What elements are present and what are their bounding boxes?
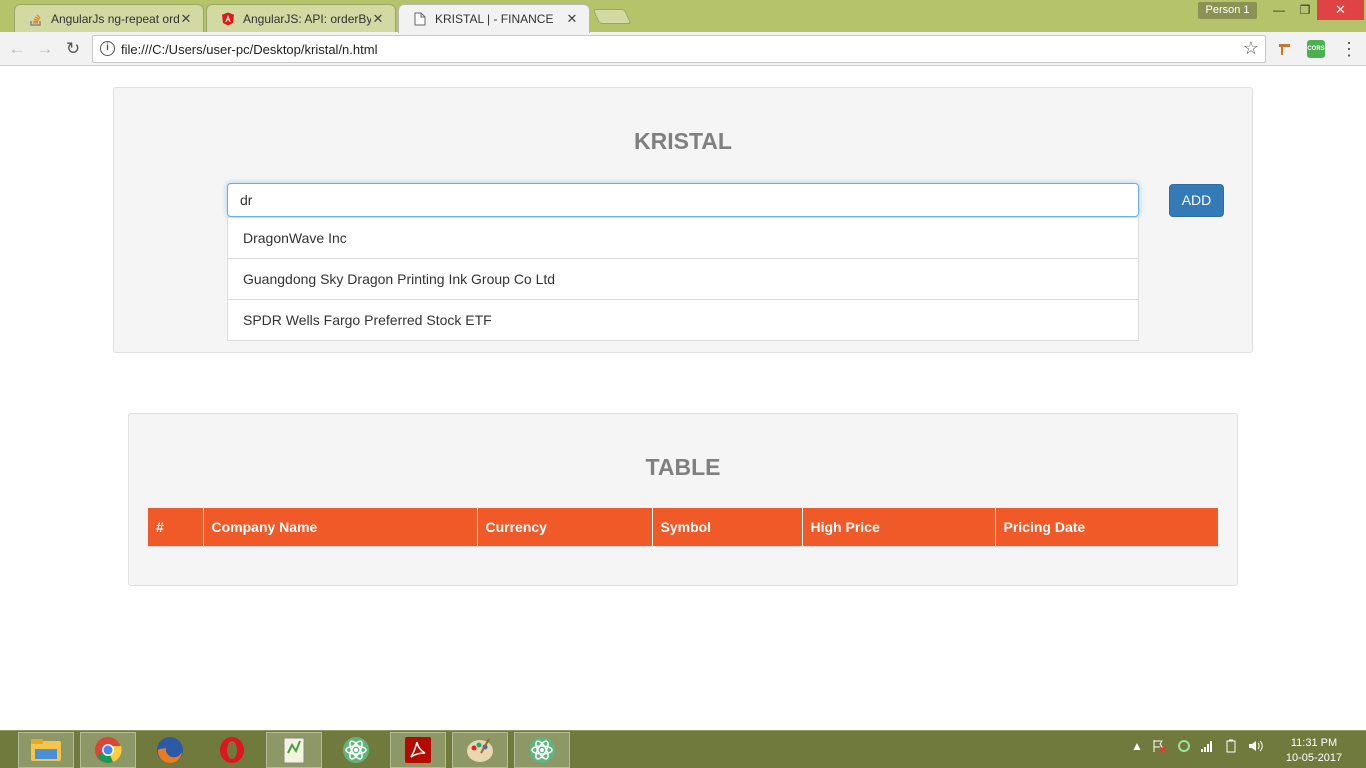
tab-angularjs-api-orderby[interactable]: AngularJS: API: orderBy ✕ xyxy=(206,4,396,32)
suggestion-item[interactable]: DragonWave Inc xyxy=(228,218,1138,259)
forward-arrow-icon[interactable]: → xyxy=(34,38,56,60)
menu-dots-icon[interactable]: ⋮ xyxy=(1340,38,1358,60)
volume-icon[interactable] xyxy=(1248,739,1264,756)
info-icon[interactable]: i xyxy=(100,41,115,56)
clock-time: 11:31 PM xyxy=(1290,737,1338,749)
add-button[interactable]: ADD xyxy=(1169,184,1224,217)
windows-taskbar: ▲ 11:31 PM 10-05-2017 xyxy=(0,730,1366,768)
page-title: KRISTAL xyxy=(634,128,732,154)
taskbar-clock[interactable]: 11:31 PM 10-05-2017 xyxy=(1280,736,1348,766)
autocomplete-dropdown: DragonWave Inc Guangdong Sky Dragon Prin… xyxy=(227,217,1139,341)
angular-icon xyxy=(221,12,235,26)
bookmark-star-icon[interactable]: ☆ xyxy=(1243,38,1259,59)
window-close-icon[interactable]: ✕ xyxy=(1317,0,1364,20)
stackoverflow-icon xyxy=(29,12,43,26)
close-tab-icon[interactable]: ✕ xyxy=(371,11,385,27)
firefox-icon[interactable] xyxy=(142,732,198,768)
column-header-company-name[interactable]: Company Name xyxy=(202,508,477,547)
page-icon xyxy=(413,12,427,26)
table-header-row: # Company Name Currency Symbol High Pric… xyxy=(148,508,1218,547)
tab-title: AngularJs ng-repeat orde xyxy=(51,11,179,26)
new-tab-button[interactable] xyxy=(592,9,632,24)
suggestion-item[interactable]: Guangdong Sky Dragon Printing Ink Group … xyxy=(228,259,1138,300)
show-hidden-icons-icon[interactable]: ▲ xyxy=(1131,739,1143,753)
browser-titlebar: AngularJs ng-repeat orde ✕ AngularJS: AP… xyxy=(0,0,1366,33)
close-tab-icon[interactable]: ✕ xyxy=(179,11,193,27)
company-search-input[interactable] xyxy=(227,183,1139,217)
chrome-icon[interactable] xyxy=(80,732,136,768)
paint-icon[interactable] xyxy=(452,732,508,768)
table-panel: TABLE xyxy=(128,413,1238,586)
url-text[interactable]: file:///C:/Users/user-pc/Desktop/kristal… xyxy=(121,42,377,57)
browser-toolbar: ← → ↻ i file:///C:/Users/user-pc/Desktop… xyxy=(0,32,1366,66)
reload-icon[interactable]: ↻ xyxy=(62,38,84,60)
back-arrow-icon[interactable]: ← xyxy=(6,38,28,60)
restore-icon[interactable]: ❐ xyxy=(1290,0,1320,20)
close-tab-icon[interactable]: ✕ xyxy=(565,11,579,27)
battery-icon[interactable] xyxy=(1224,739,1238,756)
atom-icon[interactable] xyxy=(514,732,570,768)
network-signal-icon[interactable] xyxy=(1200,739,1214,756)
atom-icon[interactable] xyxy=(328,732,384,768)
file-explorer-icon[interactable] xyxy=(18,732,74,768)
acrobat-icon[interactable] xyxy=(390,732,446,768)
column-header-symbol[interactable]: Symbol xyxy=(651,508,802,547)
finance-table: # Company Name Currency Symbol High Pric… xyxy=(148,508,1218,547)
column-header-pricing-date[interactable]: Pricing Date xyxy=(994,508,1218,547)
tab-title: KRISTAL | - FINANCE xyxy=(435,12,554,26)
profile-button[interactable]: Person 1 xyxy=(1198,2,1257,19)
tab-kristal-finance[interactable]: KRISTAL | - FINANCE ✕ xyxy=(398,4,590,33)
opera-icon[interactable] xyxy=(204,732,260,768)
sync-icon[interactable] xyxy=(1177,739,1191,756)
column-header-high-price[interactable]: High Price xyxy=(801,508,995,547)
column-header-index[interactable]: # xyxy=(148,508,203,547)
address-bar[interactable]: i file:///C:/Users/user-pc/Desktop/krist… xyxy=(92,35,1266,63)
suggestion-item[interactable]: SPDR Wells Fargo Preferred Stock ETF xyxy=(228,300,1138,340)
tab-angularjs-ng-repeat[interactable]: AngularJs ng-repeat orde ✕ xyxy=(14,4,204,32)
extension-tack-icon[interactable] xyxy=(1276,40,1294,58)
clock-date: 10-05-2017 xyxy=(1285,752,1343,764)
tab-title: AngularJS: API: orderBy xyxy=(243,11,371,26)
action-center-flag-icon[interactable] xyxy=(1152,739,1166,756)
table-title: TABLE xyxy=(645,454,721,480)
cors-extension-icon[interactable]: CORS xyxy=(1307,40,1325,58)
notepadpp-icon[interactable] xyxy=(266,732,322,768)
column-header-currency[interactable]: Currency xyxy=(476,508,652,547)
